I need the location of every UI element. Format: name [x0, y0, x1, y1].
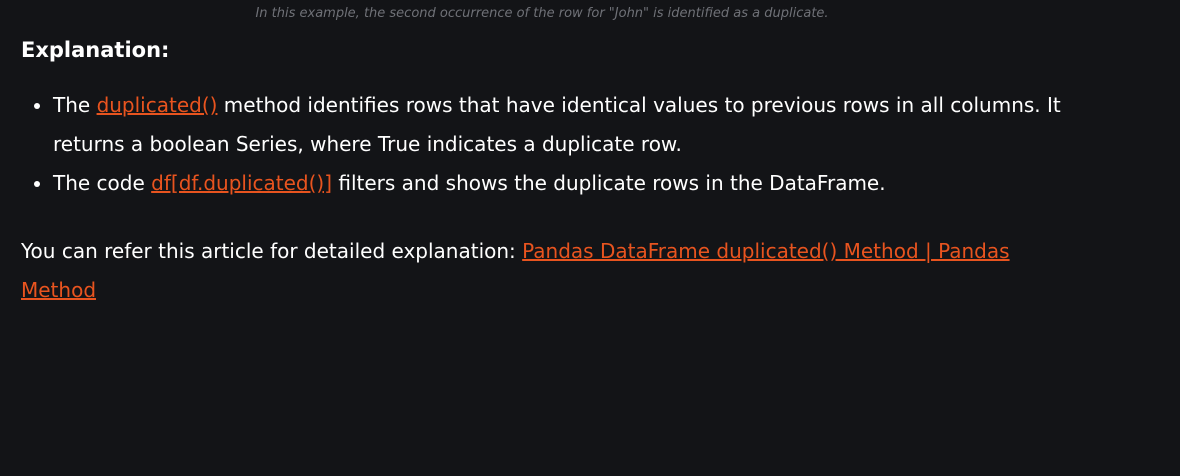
duplicated-link[interactable]: duplicated()	[97, 93, 218, 117]
refer-paragraph: You can refer this article for detailed …	[21, 232, 1061, 310]
explanation-list: The duplicated() method identifies rows …	[21, 86, 1093, 203]
bullet-text: The	[53, 93, 97, 117]
bullet-text: The code	[53, 171, 152, 195]
example-caption: In this example, the second occurrence o…	[255, 6, 829, 21]
df-duplicated-link[interactable]: df[df.duplicated()]	[151, 171, 332, 195]
explanation-heading: Explanation:	[21, 38, 170, 62]
list-item: The code df[df.duplicated()] filters and…	[53, 164, 1093, 203]
bullet-text: filters and shows the duplicate rows in …	[332, 171, 886, 195]
refer-text: You can refer this article for detailed …	[21, 239, 523, 263]
list-item: The duplicated() method identifies rows …	[53, 86, 1093, 164]
